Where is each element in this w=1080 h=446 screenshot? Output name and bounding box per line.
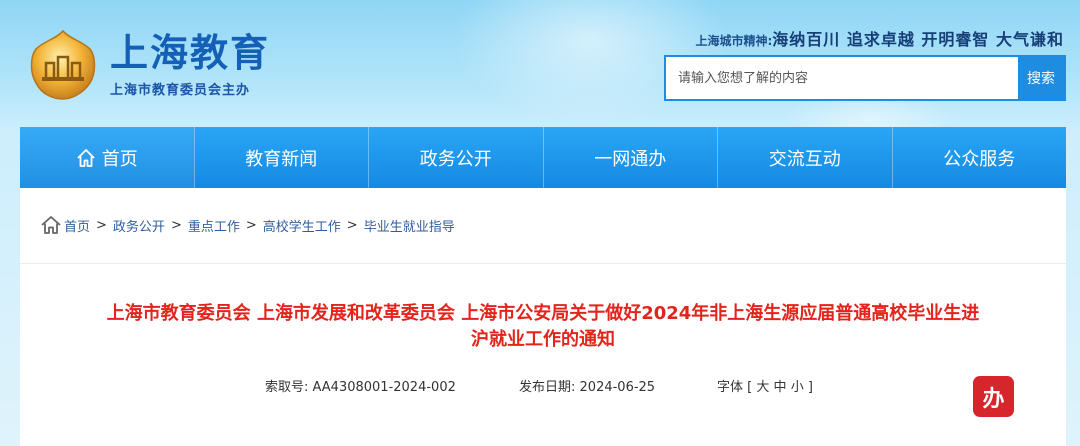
index-label: 索取号: (265, 380, 309, 395)
site-title: 上海教育 (110, 30, 271, 75)
index-number: 索取号: AA4308001-2024-002 (265, 376, 456, 395)
service-badge-button[interactable]: 办 (973, 376, 1014, 417)
page-title: 上海市教育委员会 上海市发展和改革委员会 上海市公安局关于做好2024年非上海生… (38, 301, 1048, 353)
breadcrumb-link-home[interactable]: 首页 (64, 216, 90, 235)
breadcrumb-link-student-work[interactable]: 高校学生工作 (263, 216, 341, 235)
site-logo[interactable]: 上海教育 上海市教育委员会主办 (24, 24, 274, 104)
breadcrumb-separator: > (245, 217, 257, 233)
main-nav: 首页 教育新闻 政务公开 一网通办 交流互动 公众服务 (20, 127, 1066, 188)
document-meta: 索取号: AA4308001-2024-002 发布日期: 2024-06-25… (20, 376, 1066, 396)
city-spirit-label: 上海城市精神: (695, 34, 773, 48)
breadcrumb-link-key-work[interactable]: 重点工作 (188, 216, 240, 235)
nav-item-one-stop-service[interactable]: 一网通办 (542, 127, 718, 188)
nav-label: 教育新闻 (245, 148, 318, 170)
nav-item-interaction[interactable]: 交流互动 (717, 127, 892, 188)
search-box: 搜索 (664, 55, 1066, 101)
nav-label: 公众服务 (943, 148, 1016, 170)
city-spirit-text: 海纳百川 追求卓越 开明睿智 大气谦和 (772, 30, 1064, 49)
date-value: 2024-06-25 (579, 380, 656, 395)
nav-item-government-affairs[interactable]: 政务公开 (368, 127, 543, 188)
breadcrumb: 首页 > 政务公开 > 重点工作 > 高校学生工作 > 毕业生就业指导 (40, 215, 455, 235)
breadcrumb-separator: > (170, 217, 182, 233)
font-medium-button[interactable]: 中 (774, 380, 787, 395)
page-title-line: 上海市教育委员会 上海市发展和改革委员会 上海市公安局关于做好2024年非上海生… (106, 303, 980, 324)
search-button[interactable]: 搜索 (1018, 57, 1064, 99)
nav-item-home[interactable]: 首页 (20, 127, 194, 188)
logo-emblem-icon (24, 25, 102, 103)
breadcrumb-link-government-affairs[interactable]: 政务公开 (113, 216, 165, 235)
nav-label: 政务公开 (419, 148, 492, 170)
nav-label: 交流互动 (768, 148, 841, 170)
content-panel: 首页 > 政务公开 > 重点工作 > 高校学生工作 > 毕业生就业指导 上海市教… (20, 188, 1066, 446)
home-icon (41, 216, 61, 234)
font-small-button[interactable]: 小 (791, 380, 804, 395)
divider (20, 263, 1066, 264)
nav-item-education-news[interactable]: 教育新闻 (193, 127, 369, 188)
site-subtitle: 上海市教育委员会主办 (110, 82, 251, 98)
breadcrumb-separator: > (346, 217, 358, 233)
font-size-control: 字体 [ 大 中 小 ] (717, 376, 813, 395)
date-label: 发布日期: (519, 380, 576, 395)
font-label: 字体 (717, 380, 744, 395)
nav-label: 首页 (101, 148, 138, 170)
nav-label: 一网通办 (594, 148, 667, 170)
page-title-line: 沪就业工作的通知 (471, 329, 615, 350)
home-icon (77, 148, 95, 167)
city-spirit-slogan: 上海城市精神: 海纳百川 追求卓越 开明睿智 大气谦和 (695, 26, 1064, 49)
publish-date: 发布日期: 2024-06-25 (519, 376, 655, 395)
font-bracket: ] (807, 380, 813, 395)
nav-item-public-service[interactable]: 公众服务 (891, 127, 1067, 188)
font-bracket: [ (747, 380, 753, 395)
index-value: AA4308001-2024-002 (312, 380, 456, 395)
search-input[interactable] (666, 57, 1018, 99)
breadcrumb-separator: > (96, 217, 107, 233)
font-large-button[interactable]: 大 (756, 380, 769, 395)
breadcrumb-link-employment-guidance[interactable]: 毕业生就业指导 (364, 216, 455, 235)
